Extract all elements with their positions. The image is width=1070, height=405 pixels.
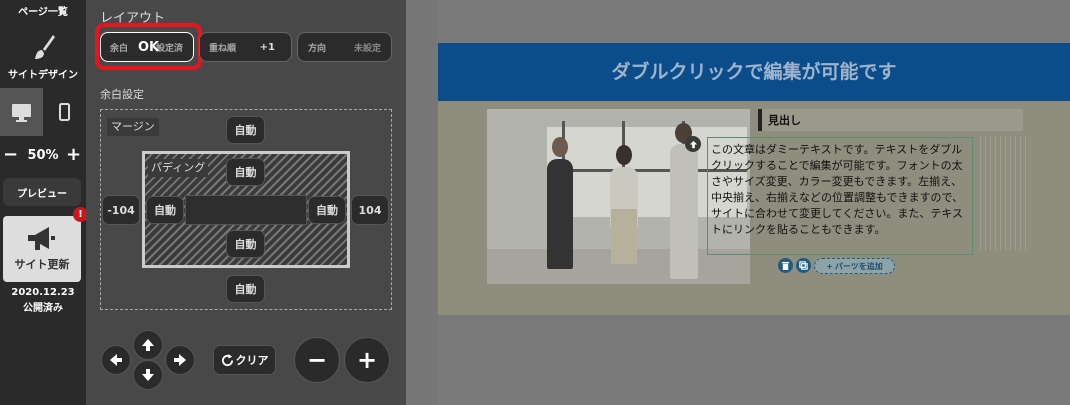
heading-box: 見出し bbox=[758, 109, 1023, 131]
move-down-button[interactable] bbox=[133, 360, 163, 390]
arrow-left-icon bbox=[110, 354, 122, 366]
zoom-out-button[interactable]: − bbox=[3, 144, 18, 166]
preview-button[interactable]: プレビュー bbox=[3, 178, 81, 206]
padding-right-auto-button[interactable]: 自動 bbox=[308, 196, 346, 224]
increase-button[interactable]: + bbox=[344, 337, 390, 383]
copy-icon[interactable] bbox=[796, 258, 811, 273]
pages-link[interactable]: ページ一覧 bbox=[0, 3, 86, 18]
margin-left-value-button[interactable]: -104 bbox=[102, 195, 140, 225]
highlight-frame bbox=[95, 23, 202, 70]
tab-direction-value: 未設定 bbox=[353, 43, 381, 54]
padding-top-auto-button[interactable]: 自動 bbox=[226, 158, 265, 186]
arrow-right-icon bbox=[174, 354, 186, 366]
plus-icon: + bbox=[826, 261, 833, 271]
text-box-decoration bbox=[976, 136, 1026, 251]
add-parts-button[interactable]: + パーツを追加 bbox=[814, 258, 895, 274]
tab-direction[interactable]: 方向 未設定 bbox=[297, 32, 392, 62]
tab-direction-label: 方向 bbox=[308, 43, 327, 54]
zoom-level: 50% bbox=[27, 148, 59, 163]
brush-icon[interactable] bbox=[31, 33, 57, 65]
tab-z-order-label: 重ね順 bbox=[209, 43, 237, 54]
arrow-up-icon bbox=[142, 339, 154, 351]
page-canvas: ダブルクリックで編集が可能です 見出し この文章はダミーテキストです。テキストを… bbox=[438, 0, 1070, 405]
padding-bottom-auto-button[interactable]: 自動 bbox=[226, 230, 265, 258]
move-up-button[interactable] bbox=[133, 330, 163, 360]
megaphone-icon bbox=[28, 227, 55, 250]
margin-top-auto-button[interactable]: 自動 bbox=[226, 116, 265, 144]
site-update-button[interactable]: サイト更新 bbox=[3, 216, 81, 282]
tab-z-order-value: +1 bbox=[259, 41, 275, 53]
smartphone-icon bbox=[59, 103, 70, 121]
clear-button[interactable]: クリア bbox=[213, 345, 276, 375]
trash-icon[interactable] bbox=[778, 258, 793, 273]
content-area bbox=[185, 195, 307, 225]
zoom-in-button[interactable]: + bbox=[66, 144, 82, 166]
panel-gap bbox=[406, 0, 438, 405]
layout-panel: レイアウト 余白 設定済 OK 重ね順 +1 方向 未設定 余白設定 マージン … bbox=[86, 0, 406, 405]
margin-right-value-button[interactable]: 104 bbox=[351, 195, 389, 225]
section-title: 余白設定 bbox=[100, 88, 144, 101]
refresh-icon bbox=[221, 353, 233, 366]
banner: ダブルクリックで編集が可能です bbox=[438, 43, 1070, 101]
clear-label: クリア bbox=[235, 354, 269, 367]
margin-label: マージン bbox=[107, 118, 159, 136]
arrow-down-icon bbox=[142, 369, 154, 381]
publish-status: 公開済み bbox=[23, 303, 63, 314]
padding-label: パディング bbox=[148, 159, 209, 177]
margin-bottom-auto-button[interactable]: 自動 bbox=[226, 275, 265, 303]
tab-z-order[interactable]: 重ね順 +1 bbox=[199, 32, 292, 62]
move-left-button[interactable] bbox=[101, 345, 131, 375]
body-text[interactable]: この文章はダミーテキストです。テキストをダブルクリックすることで編集が可能です。… bbox=[707, 137, 973, 255]
move-right-button[interactable] bbox=[165, 345, 195, 375]
site-design-link[interactable]: サイトデザイン bbox=[0, 66, 86, 81]
publish-date: 2020.12.23 bbox=[11, 287, 75, 298]
section-heading[interactable]: 見出し bbox=[768, 112, 801, 128]
monitor-icon bbox=[12, 104, 31, 122]
move-up-icon[interactable] bbox=[685, 136, 701, 152]
banner-title[interactable]: ダブルクリックで編集が可能です bbox=[438, 43, 1070, 101]
padding-left-auto-button[interactable]: 自動 bbox=[146, 196, 184, 224]
desktop-view-button[interactable] bbox=[0, 88, 43, 136]
left-sidebar: ページ一覧 サイトデザイン − 50% + プレビュー サイト更新 ! 2020… bbox=[0, 0, 88, 405]
mobile-view-button[interactable] bbox=[43, 88, 86, 136]
site-update-label: サイト更新 bbox=[14, 258, 70, 271]
add-parts-label: パーツを追加 bbox=[834, 261, 883, 271]
decrease-button[interactable]: − bbox=[294, 337, 340, 383]
